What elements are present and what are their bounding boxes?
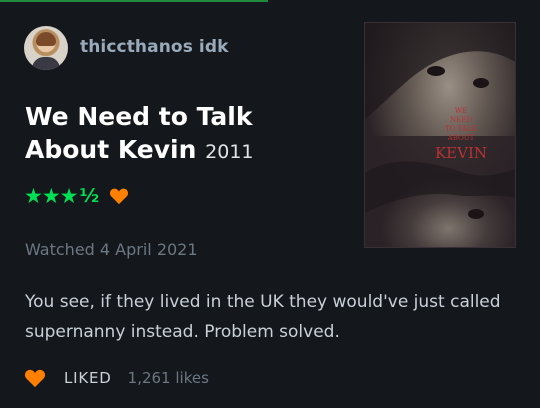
film-year[interactable]: 2011: [205, 141, 253, 163]
username-link[interactable]: thiccthanos idk: [80, 37, 229, 57]
poster-title-line-2: NEED: [450, 116, 472, 124]
watched-date: Watched 4 April 2021: [25, 240, 198, 259]
likes-count[interactable]: 1,261 likes: [128, 369, 209, 387]
rating-half-star: ½: [79, 185, 100, 207]
film-title[interactable]: We Need to Talk About Kevin 2011: [25, 100, 345, 169]
poster-art: WE NEED TO TALK ABOUT KEVIN: [365, 23, 515, 247]
review-card: thiccthanos idk We Need to Talk About Ke…: [0, 0, 540, 408]
avatar-body: [32, 57, 60, 70]
poster-title-line-3: TO TALK: [445, 125, 478, 133]
avatar-hair: [36, 32, 56, 46]
like-heart-icon[interactable]: [24, 368, 46, 388]
poster-title-line-4: ABOUT: [447, 134, 475, 142]
film-poster[interactable]: WE NEED TO TALK ABOUT KEVIN: [364, 22, 516, 248]
review-text: You see, if they lived in the UK they wo…: [25, 292, 501, 342]
user-avatar[interactable]: [24, 26, 68, 70]
top-accent-bar: [0, 0, 268, 2]
rating-stars: ★★★: [24, 184, 78, 208]
heart-icon: [110, 188, 129, 205]
like-row: LIKED 1,261 likes: [24, 368, 209, 388]
poster-title-line-1: WE: [455, 107, 467, 115]
liked-label[interactable]: LIKED: [64, 369, 112, 387]
rating-row: ★★★ ½: [24, 184, 129, 208]
poster-title-main: KEVIN: [435, 144, 487, 162]
